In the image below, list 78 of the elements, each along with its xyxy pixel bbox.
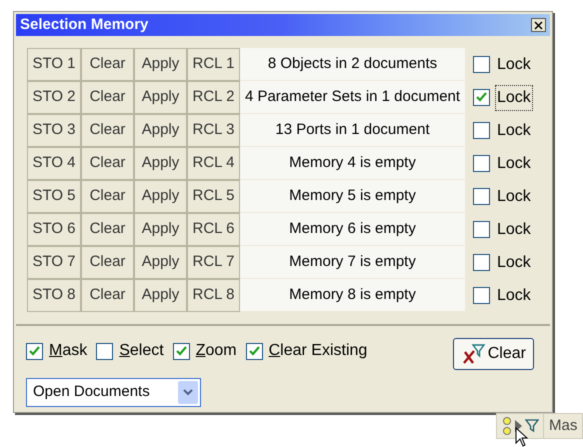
recall-button[interactable]: RCL 3	[187, 114, 240, 147]
apply-button[interactable]: Apply	[134, 180, 187, 213]
store-button[interactable]: STO 3	[27, 114, 81, 147]
lock-label: Lock	[496, 286, 532, 306]
recall-button[interactable]: RCL 7	[187, 246, 240, 279]
apply-button[interactable]: Apply	[134, 81, 187, 114]
clear-button[interactable]: Clear	[81, 147, 134, 180]
check-icon	[476, 92, 487, 103]
recall-button[interactable]: RCL 5	[187, 180, 240, 213]
nodes-icon	[502, 416, 512, 436]
window-title: Selection Memory	[20, 14, 148, 35]
checkbox[interactable]	[473, 89, 490, 106]
apply-button[interactable]: Apply	[134, 48, 187, 81]
apply-button[interactable]: Apply	[134, 213, 187, 246]
checkbox[interactable]	[26, 342, 43, 360]
option-label: Mask	[49, 341, 88, 361]
recall-button[interactable]: RCL 8	[187, 279, 240, 312]
recall-button[interactable]: RCL 1	[187, 48, 240, 81]
memory-description: Memory 6 is empty	[240, 213, 465, 246]
clear-button[interactable]: Clear	[81, 279, 134, 312]
memory-description: Memory 7 is empty	[240, 246, 465, 279]
close-icon	[534, 20, 543, 30]
store-button[interactable]: STO 2	[27, 81, 81, 114]
clear-button[interactable]: Clear	[81, 213, 134, 246]
checkbox[interactable]	[473, 254, 490, 271]
memory-description: Memory 4 is empty	[240, 147, 465, 180]
apply-button[interactable]: Apply	[134, 147, 187, 180]
checkbox[interactable]	[473, 221, 490, 238]
lock-label: Lock	[496, 186, 532, 206]
recall-button[interactable]: RCL 4	[187, 147, 240, 180]
store-button[interactable]: STO 7	[27, 246, 81, 279]
store-button[interactable]: STO 6	[27, 213, 81, 246]
checkbox[interactable]	[473, 155, 490, 172]
lock-label: Lock	[496, 154, 532, 174]
filter-icon	[525, 419, 539, 433]
checkbox[interactable]	[473, 287, 490, 304]
option-label: Clear Existing	[268, 341, 368, 361]
apply-button[interactable]: Apply	[134, 114, 187, 147]
memory-description: Memory 5 is empty	[240, 180, 465, 213]
check-icon	[176, 346, 187, 356]
lock-label: Lock	[496, 220, 532, 240]
memory-description: 13 Ports in 1 document	[240, 114, 465, 147]
cross-funnel-icon	[462, 343, 486, 365]
check-icon	[248, 346, 260, 356]
option-label: Select	[119, 341, 164, 361]
lock-label: Lock	[496, 252, 532, 272]
store-button[interactable]: STO 8	[27, 279, 81, 312]
apply-button[interactable]: Apply	[134, 246, 187, 279]
lock-label: Lock	[496, 120, 532, 140]
close-button[interactable]	[531, 18, 546, 32]
clear-button[interactable]: Clear	[81, 48, 134, 81]
checkbox[interactable]	[473, 56, 490, 73]
store-button[interactable]: STO 5	[27, 180, 81, 213]
option-label: Zoom	[196, 341, 237, 361]
store-button[interactable]: STO 1	[27, 48, 81, 81]
checkbox[interactable]	[473, 188, 490, 205]
memory-description: Memory 8 is empty	[240, 279, 465, 312]
check-icon	[29, 346, 40, 356]
chevron-down-icon	[178, 381, 198, 404]
recall-button[interactable]: RCL 6	[187, 213, 240, 246]
lock-label: Lock	[496, 54, 532, 74]
lock-label: Lock	[495, 84, 533, 110]
checkbox[interactable]	[96, 342, 114, 360]
clear-button[interactable]: Clear	[81, 180, 134, 213]
clear-button[interactable]: Clear	[81, 81, 134, 114]
checkbox[interactable]	[473, 122, 490, 139]
memory-description: 8 Objects in 2 documents	[240, 48, 465, 81]
checkbox[interactable]	[246, 342, 263, 360]
recall-button[interactable]: RCL 2	[187, 81, 240, 114]
checkbox[interactable]	[172, 342, 190, 360]
apply-button[interactable]: Apply	[134, 279, 187, 312]
clear-button[interactable]: Clear	[81, 246, 134, 279]
store-button[interactable]: STO 4	[27, 147, 81, 180]
clear-button[interactable]: Clear	[81, 114, 134, 147]
memory-description: 4 Parameter Sets in 1 document	[240, 81, 465, 114]
clear-filter-button[interactable]: Clear	[453, 338, 534, 370]
scope-dropdown[interactable]: Open Documents	[26, 378, 201, 407]
status-text: Mas	[549, 416, 578, 436]
